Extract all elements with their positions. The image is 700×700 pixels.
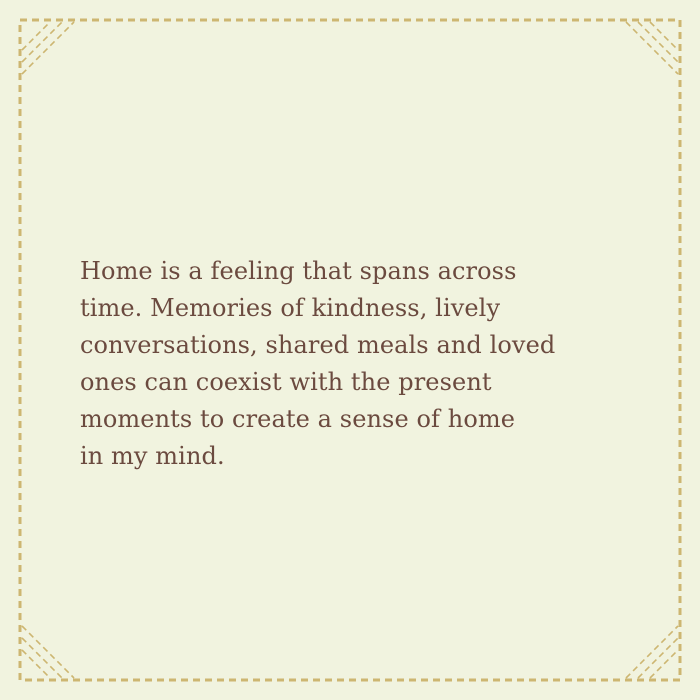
corner-ornament-top-left — [21, 21, 75, 75]
corner-ornament-bottom-left — [21, 625, 75, 679]
quote-text: Home is a feeling that spans across time… — [80, 257, 556, 470]
corner-ornament-top-right — [625, 21, 679, 75]
corner-ornament-bottom-right — [625, 625, 679, 679]
quote-card: Home is a feeling that spans across time… — [0, 0, 700, 700]
